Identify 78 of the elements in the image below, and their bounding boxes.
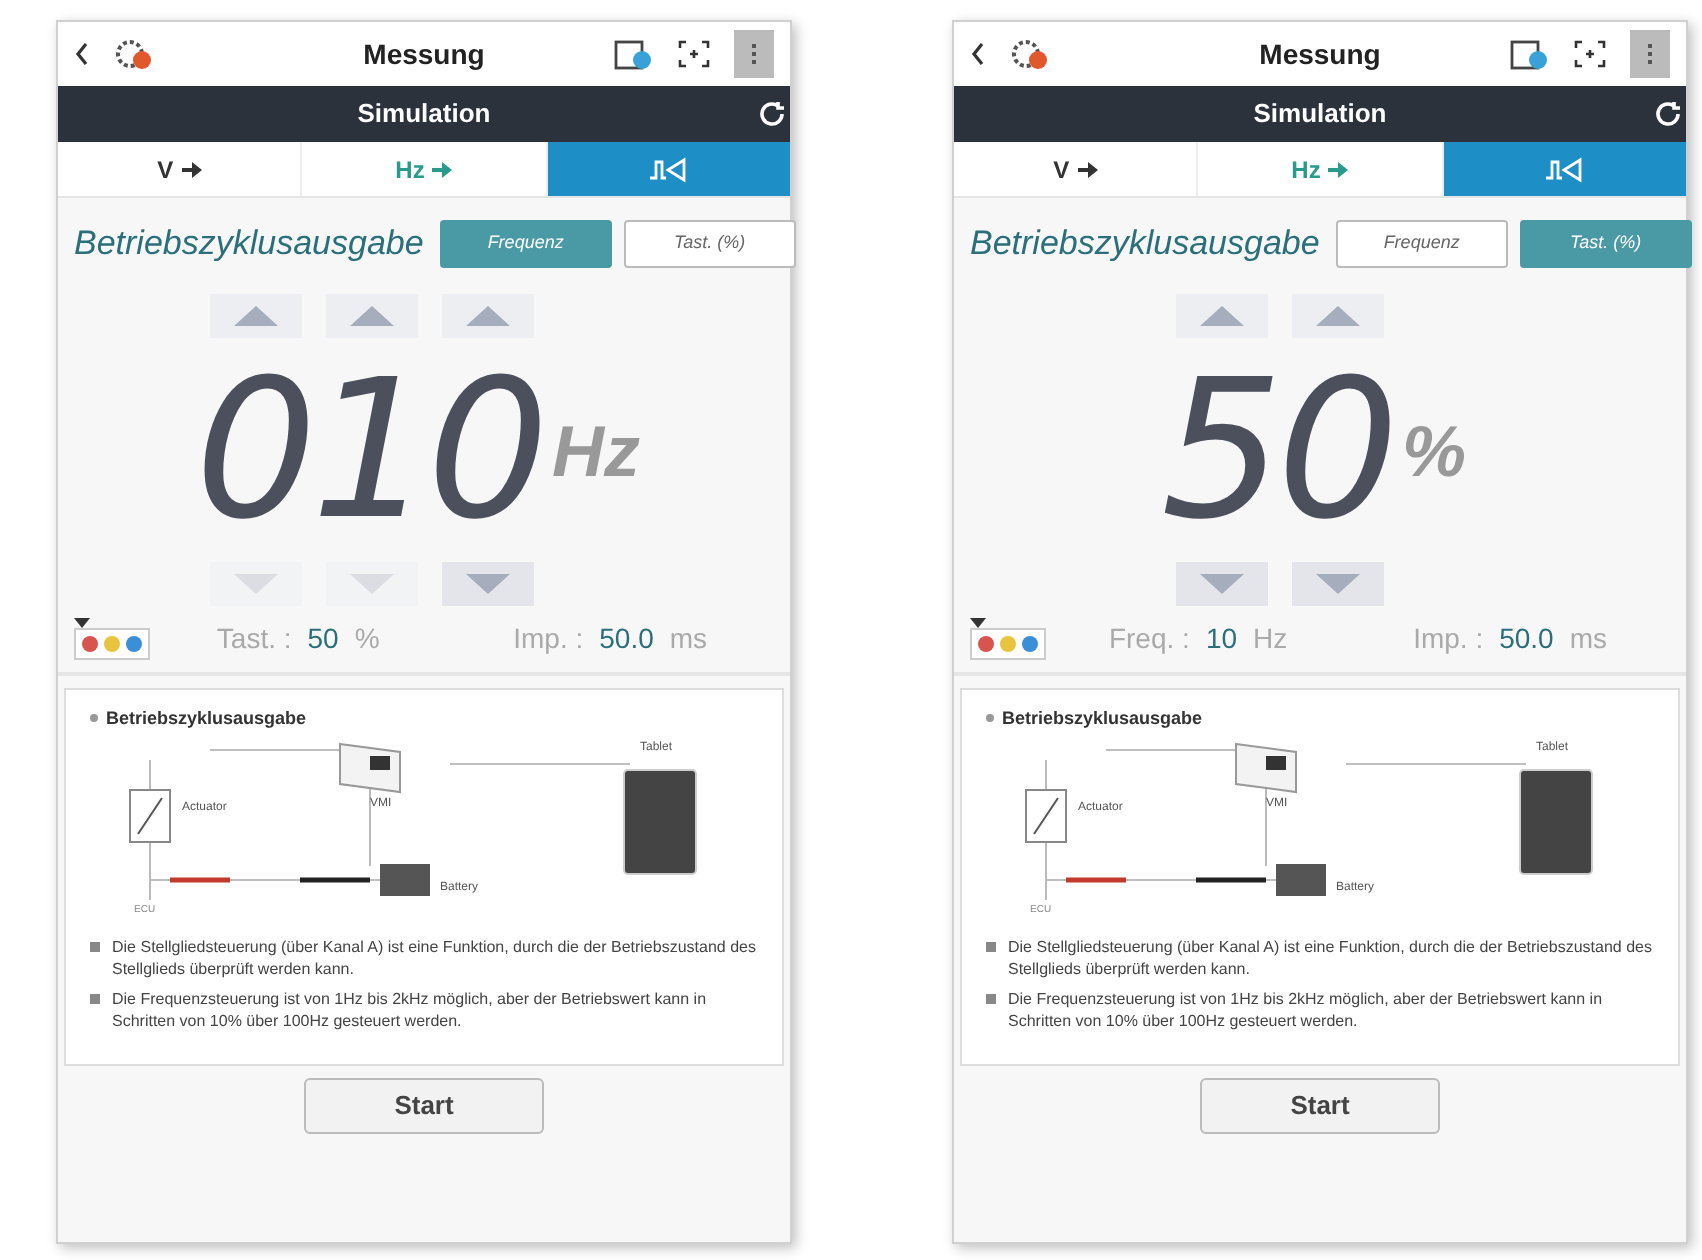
- increment-button[interactable]: [1291, 293, 1384, 337]
- down-triangle-icon: [1315, 573, 1360, 593]
- reading-value: 50: [307, 619, 339, 657]
- unit-label: Hz: [552, 407, 640, 495]
- reading-label: Imp. :: [1413, 619, 1484, 658]
- refresh-icon[interactable]: [758, 100, 786, 128]
- focus-icon[interactable]: [678, 40, 710, 68]
- reading-label: Tast. :: [216, 619, 292, 657]
- reading-value: 50.0: [1499, 619, 1554, 657]
- decrement-button[interactable]: [442, 561, 534, 605]
- channel-dots-icon[interactable]: [74, 627, 150, 659]
- gear-alert-icon[interactable]: [1010, 36, 1050, 72]
- mode-button[interactable]: Frequenz: [439, 219, 612, 268]
- tab[interactable]: [1441, 142, 1686, 196]
- bullet-square-icon: [986, 994, 996, 1004]
- increment-button[interactable]: [442, 293, 534, 337]
- increment-button[interactable]: [210, 293, 302, 337]
- start-button[interactable]: Start: [304, 1078, 544, 1134]
- reading-unit: ms: [669, 619, 708, 657]
- section-title: Simulation: [1253, 96, 1387, 133]
- focus-icon[interactable]: [1574, 40, 1606, 68]
- reading-label: Imp. :: [513, 619, 584, 658]
- start-button[interactable]: Start: [1200, 1078, 1440, 1134]
- bullet-dot-icon: [90, 714, 98, 723]
- info-text: Die Stellgliedsteuerung (über Kanal A) ist eine Funktion, durch die der Betriebszustand des Stellglieds überprüft werden kann.: [1008, 936, 1654, 980]
- back-icon[interactable]: [74, 42, 90, 66]
- decrement-button[interactable]: [1291, 561, 1384, 605]
- up-triangle-icon: [1315, 305, 1360, 325]
- calendar-icon[interactable]: [614, 37, 654, 71]
- mode-heading: Betriebszyklusausgabe: [970, 222, 1320, 266]
- bullet-square-icon: [90, 942, 100, 952]
- bullet-square-icon: [90, 994, 100, 1004]
- overflow-menu-button[interactable]: [734, 30, 774, 78]
- info-title: Betriebszyklusausgabe: [1002, 705, 1203, 732]
- mode-button[interactable]: Frequenz: [1335, 219, 1508, 268]
- info-text: Die Frequenzsteuerung ist von 1Hz bis 2kHz möglich, aber der Betriebswert kann in Schritten von 10% über 100Hz gesteuert werden.: [1008, 988, 1605, 1032]
- overflow-menu-button[interactable]: [1630, 30, 1670, 78]
- down-triangle-icon: [1199, 573, 1244, 593]
- reading-unit: %: [354, 619, 380, 657]
- arrow-icon: [1077, 161, 1098, 177]
- arrow-icon: [432, 161, 453, 177]
- bullet-dot-icon: [986, 714, 994, 723]
- channel-dots-icon[interactable]: [970, 627, 1046, 659]
- info-text: Die Stellgliedsteuerung (über Kanal A) ist eine Funktion, durch die der Betriebszustand des Stellglieds überprüft werden kann.: [112, 936, 758, 980]
- unit-label: %: [1401, 407, 1466, 495]
- bullet-square-icon: [986, 942, 996, 952]
- header-title: Messung: [1257, 35, 1383, 74]
- reading-label: Freq. :: [1108, 619, 1190, 658]
- up-triangle-icon: [466, 305, 510, 325]
- reading-unit: ms: [1569, 619, 1608, 657]
- mode-button[interactable]: Tast. (%): [623, 219, 796, 268]
- header-title: Messung: [361, 35, 487, 74]
- pulse-signal-icon: [648, 155, 689, 183]
- reading-unit: Hz: [1253, 619, 1288, 657]
- arrow-icon: [181, 161, 202, 177]
- refresh-icon[interactable]: [1654, 100, 1682, 128]
- gear-alert-icon[interactable]: [114, 36, 154, 72]
- up-triangle-icon: [234, 305, 278, 325]
- increment-button[interactable]: [326, 293, 418, 337]
- mode-heading: Betriebszyklusausgabe: [74, 222, 424, 266]
- dropdown-triangle-icon[interactable]: [74, 617, 90, 627]
- pulse-signal-icon: [1544, 155, 1585, 183]
- increment-button[interactable]: [1175, 293, 1268, 337]
- up-triangle-icon: [350, 305, 394, 325]
- mode-button[interactable]: Tast. (%): [1519, 219, 1692, 268]
- up-triangle-icon: [1199, 305, 1244, 325]
- info-title: Betriebszyklusausgabe: [106, 705, 307, 732]
- reading-value: 50.0: [599, 619, 654, 657]
- info-text: Die Frequenzsteuerung ist von 1Hz bis 2kHz möglich, aber der Betriebswert kann in Schritten von 10% über 100Hz gesteuert werden.: [112, 988, 709, 1032]
- reading-value: 10: [1205, 619, 1238, 657]
- arrow-icon: [1328, 161, 1349, 177]
- section-title: Simulation: [357, 96, 491, 133]
- tab[interactable]: [545, 142, 790, 196]
- back-icon[interactable]: [970, 42, 986, 66]
- calendar-icon[interactable]: [1510, 37, 1550, 71]
- down-triangle-icon: [466, 573, 510, 593]
- decrement-button[interactable]: [1175, 561, 1268, 605]
- dropdown-triangle-icon[interactable]: [970, 617, 986, 627]
